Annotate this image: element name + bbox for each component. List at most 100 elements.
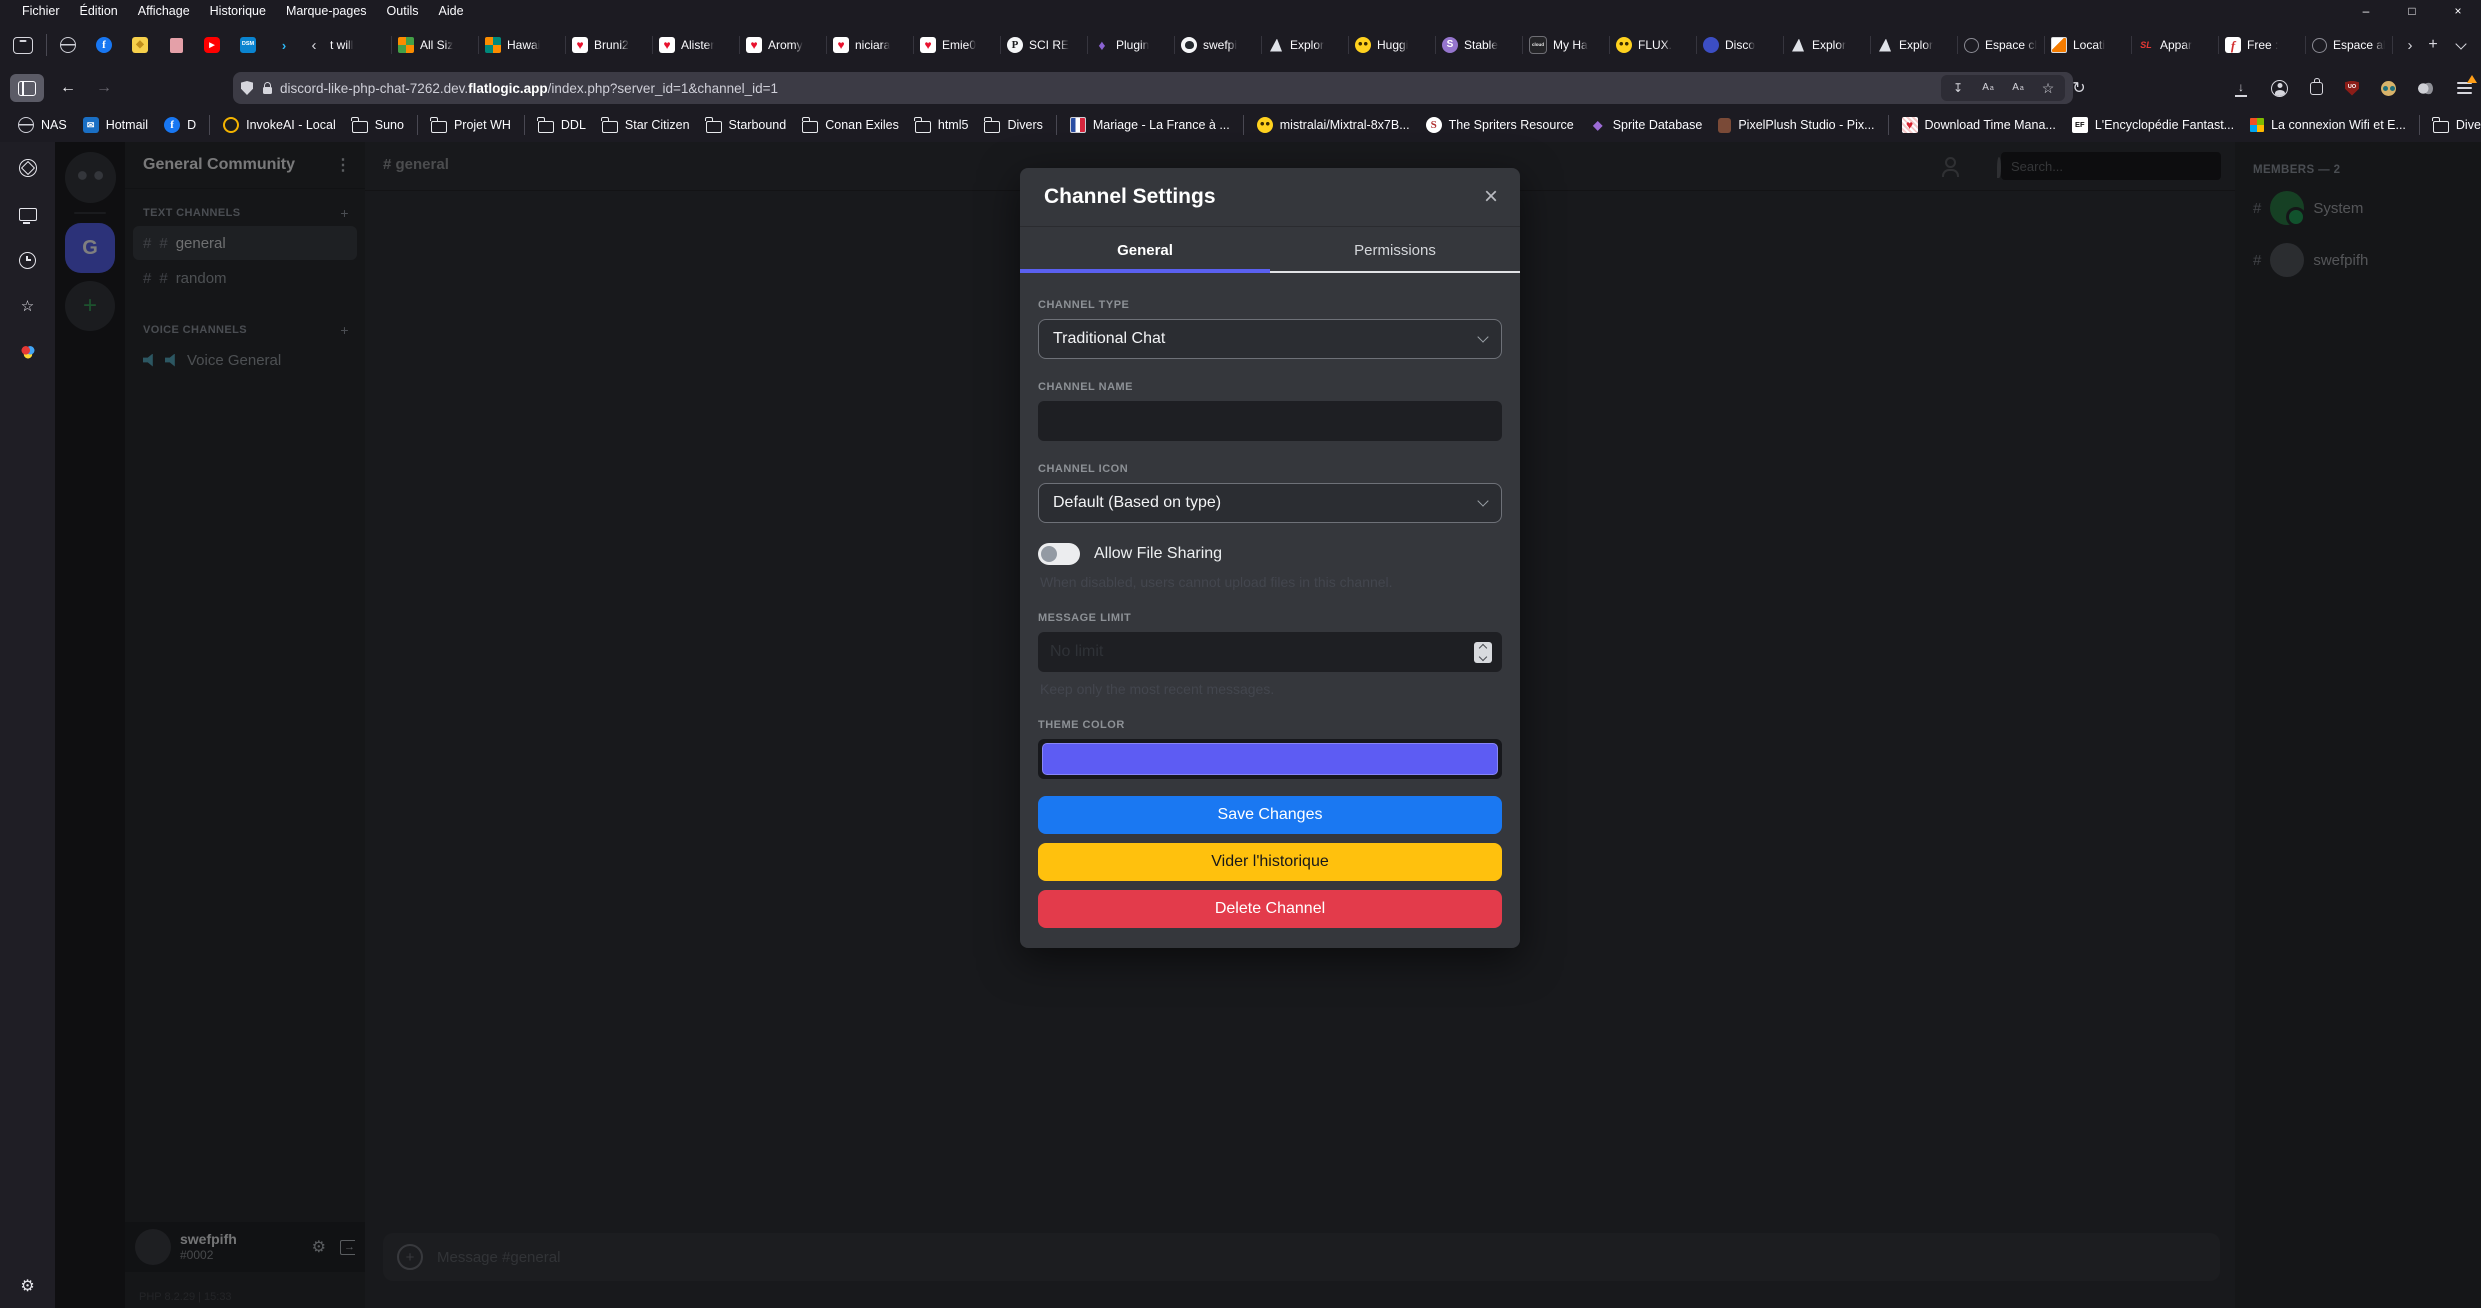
tab-aromy[interactable]: ♥Aromy: [739, 27, 826, 63]
bookmark-star-icon[interactable]: ☆: [2040, 80, 2056, 96]
delete-channel-button[interactable]: Delete Channel: [1038, 890, 1502, 928]
lock-icon[interactable]: [263, 87, 272, 94]
tab-stable[interactable]: SStable: [1435, 27, 1522, 63]
tab-espace-clie[interactable]: Espace clie: [1957, 27, 2044, 63]
bookmark-conan-exiles[interactable]: Conan Exiles: [794, 115, 907, 136]
bookmark-projet-wh[interactable]: Projet WH: [423, 115, 519, 136]
bookmark-html5[interactable]: html5: [907, 115, 977, 136]
bookmark-invokeai-local[interactable]: InvokeAI - Local: [215, 114, 344, 136]
new-tab-button[interactable]: +: [2419, 29, 2447, 61]
tracking-protection-shield-icon[interactable]: [241, 81, 253, 95]
tab-niciara[interactable]: ♥niciara: [826, 27, 913, 63]
firefox-view-button[interactable]: [6, 29, 40, 61]
bookmark-sprite-database[interactable]: ◆Sprite Database: [1582, 114, 1711, 136]
channel-type-select[interactable]: Traditional Chat: [1038, 319, 1502, 359]
sidebar-settings-button[interactable]: ⚙: [13, 1272, 43, 1300]
sidebar-history-button[interactable]: [13, 246, 43, 274]
channel-icon-select[interactable]: Default (Based on type): [1038, 483, 1502, 523]
list-all-tabs-button[interactable]: [2447, 29, 2475, 61]
file-sharing-toggle[interactable]: [1038, 543, 1080, 565]
tab-emie0[interactable]: ♥Emie0: [913, 27, 1000, 63]
extensions-puzzle-icon[interactable]: [2310, 82, 2323, 95]
menu-fichier[interactable]: Fichier: [12, 2, 70, 20]
pinned-tab-youtube[interactable]: ▶: [197, 28, 227, 62]
theme-color-swatch[interactable]: [1042, 743, 1498, 775]
extension-goggles-icon[interactable]: [2381, 81, 2396, 96]
pinned-tab-dsm[interactable]: DSM: [233, 28, 263, 62]
bookmark-starbound[interactable]: Starbound: [698, 115, 795, 136]
tab-all-siz[interactable]: All Siz: [391, 27, 478, 63]
bookmark-star-citizen[interactable]: Star Citizen: [594, 115, 698, 136]
tab-sci-re[interactable]: PSCI RE: [1000, 27, 1087, 63]
scroll-tabs-left-button[interactable]: ‹: [305, 29, 323, 61]
tab-t-will[interactable]: t will: [323, 27, 391, 63]
bookmark-ddl[interactable]: DDL: [530, 115, 594, 136]
bookmark-the-spriters-resource[interactable]: SThe Spriters Resource: [1418, 114, 1582, 136]
sidebar-screenshare-button[interactable]: [13, 200, 43, 228]
sidebar-toggle-button[interactable]: [10, 74, 44, 102]
save-page-icon[interactable]: ↧: [1950, 80, 1966, 96]
tab-explor[interactable]: Explor: [1870, 27, 1957, 63]
tab-bruni2[interactable]: ♥Bruni2: [565, 27, 652, 63]
tab-espace-abo[interactable]: Espace abo: [2305, 27, 2392, 63]
bookmark-d[interactable]: fD: [156, 114, 204, 136]
pinned-tab-diamond[interactable]: ◆: [125, 28, 155, 62]
url-bar[interactable]: discord-like-php-chat-7262.dev.flatlogic…: [233, 72, 2073, 104]
pinned-tab-deviant[interactable]: ›: [269, 28, 299, 62]
bookmark-hotmail[interactable]: ✉Hotmail: [75, 114, 156, 136]
tab-eligibi[interactable]: adnEligibi: [2392, 27, 2401, 63]
maximize-button[interactable]: □: [2389, 0, 2435, 22]
tab-alister[interactable]: ♥Alister: [652, 27, 739, 63]
tab-flux[interactable]: FLUX.: [1609, 27, 1696, 63]
close-button[interactable]: ×: [2435, 0, 2481, 22]
clear-history-button[interactable]: Vider l'historique: [1038, 843, 1502, 881]
tab-huggi[interactable]: Huggi: [1348, 27, 1435, 63]
tab-explor[interactable]: Explor: [1261, 27, 1348, 63]
reload-button[interactable]: ↻: [2064, 74, 2094, 102]
menu-historique[interactable]: Historique: [200, 2, 276, 20]
menu-marque-pages[interactable]: Marque-pages: [276, 2, 377, 20]
pinned-tab-globe[interactable]: [53, 28, 83, 62]
account-icon[interactable]: [2271, 80, 2288, 97]
tab-my-ha[interactable]: cloudMy Ha: [1522, 27, 1609, 63]
app-menu-button[interactable]: [2455, 79, 2473, 97]
translate-page-icon[interactable]: A: [2010, 80, 2026, 96]
tab-free[interactable]: fFree :: [2218, 27, 2305, 63]
menu-aide[interactable]: Aide: [429, 2, 474, 20]
ublock-origin-icon[interactable]: UO: [2345, 81, 2359, 96]
menu-affichage[interactable]: Affichage: [128, 2, 200, 20]
bookmark-mistralai-mixtral-8x7b[interactable]: mistralai/Mixtral-8x7B...: [1249, 114, 1418, 136]
scroll-tabs-right-button[interactable]: ›: [2401, 29, 2419, 61]
tab-swefpi[interactable]: swefpi: [1174, 27, 1261, 63]
theme-color-input[interactable]: [1038, 739, 1502, 779]
tab-explor[interactable]: Explor: [1783, 27, 1870, 63]
pinned-tab-sprite-pink[interactable]: [161, 28, 191, 62]
tab-general[interactable]: General: [1020, 227, 1270, 273]
tab-plugin[interactable]: ♦Plugin: [1087, 27, 1174, 63]
bookmark-nas[interactable]: NAS: [10, 114, 75, 136]
bookmark-suno[interactable]: Suno: [344, 115, 412, 136]
downloads-icon[interactable]: ↓: [2233, 79, 2249, 97]
sidebar-themes-button[interactable]: [13, 338, 43, 366]
tab-locati[interactable]: Locati: [2044, 27, 2131, 63]
tab-permissions[interactable]: Permissions: [1270, 227, 1520, 273]
extension-grey-icon[interactable]: [2418, 81, 2433, 96]
translate-icon[interactable]: A: [1980, 80, 1996, 96]
bookmark-divers[interactable]: Divers: [976, 115, 1050, 136]
bookmark-pixelplush-studio-pix[interactable]: PixelPlush Studio - Pix...: [1710, 115, 1882, 136]
minimize-button[interactable]: –: [2343, 0, 2389, 22]
bookmark-mariage-la-france[interactable]: Mariage - La France à ...: [1062, 114, 1238, 136]
back-button[interactable]: ←: [52, 74, 84, 102]
save-changes-button[interactable]: Save Changes: [1038, 796, 1502, 834]
message-limit-input[interactable]: [1038, 632, 1502, 672]
tab-disco[interactable]: Disco: [1696, 27, 1783, 63]
forward-button[interactable]: →: [88, 74, 120, 102]
tab-hawai[interactable]: Hawai: [478, 27, 565, 63]
number-spinner[interactable]: [1474, 642, 1492, 663]
menu-dition[interactable]: Édition: [70, 2, 128, 20]
modal-close-icon[interactable]: ×: [1484, 185, 1498, 209]
bookmark-la-connexion-wifi-et-e[interactable]: La connexion Wifi et E...: [2242, 115, 2414, 135]
channel-name-input[interactable]: [1038, 401, 1502, 441]
bookmark-divers[interactable]: Divers: [2425, 115, 2481, 136]
tab-appar[interactable]: SLAppar: [2131, 27, 2218, 63]
